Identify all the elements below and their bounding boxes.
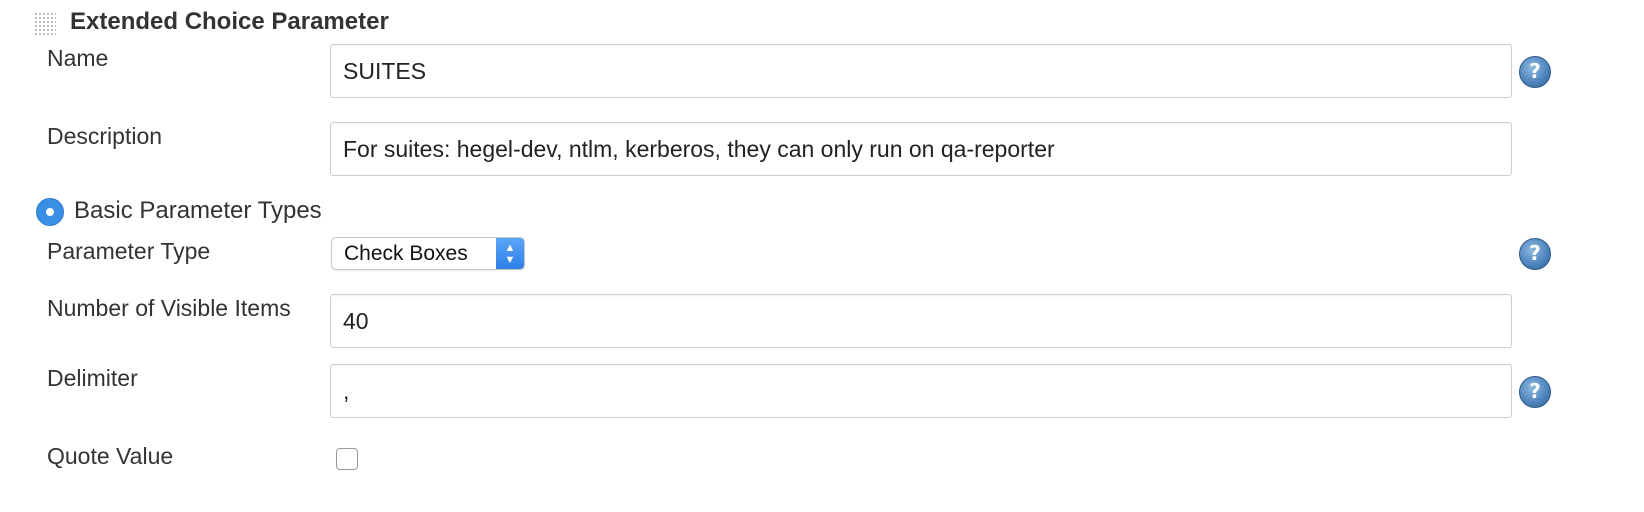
section-title: Extended Choice Parameter — [70, 8, 389, 35]
delimiter-input[interactable] — [330, 364, 1512, 418]
name-input[interactable] — [330, 44, 1512, 98]
name-label: Name — [47, 45, 109, 71]
parameter-type-label: Parameter Type — [47, 238, 211, 264]
basic-parameter-types-radio[interactable] — [36, 198, 64, 226]
basic-parameter-types-label[interactable]: Basic Parameter Types — [74, 197, 322, 225]
chevron-up-down-icon: ▲ ▼ — [496, 238, 524, 269]
parameter-type-select[interactable]: Check Boxes ▲ ▼ — [331, 237, 525, 270]
delimiter-help-icon[interactable]: ? — [1519, 376, 1551, 408]
radio-selected-dot — [46, 208, 54, 216]
visible-items-input[interactable] — [330, 294, 1512, 348]
description-input[interactable] — [330, 122, 1512, 176]
drag-handle-icon[interactable] — [34, 12, 56, 36]
name-help-icon[interactable]: ? — [1519, 56, 1551, 88]
quote-value-checkbox[interactable] — [336, 448, 358, 470]
description-label: Description — [47, 123, 163, 149]
quote-value-label: Quote Value — [47, 443, 174, 469]
delimiter-label: Delimiter — [47, 365, 138, 391]
parameter-type-selected-value: Check Boxes — [344, 242, 468, 265]
visible-items-label: Number of Visible Items — [47, 295, 291, 321]
parameter-type-help-icon[interactable]: ? — [1519, 238, 1551, 270]
